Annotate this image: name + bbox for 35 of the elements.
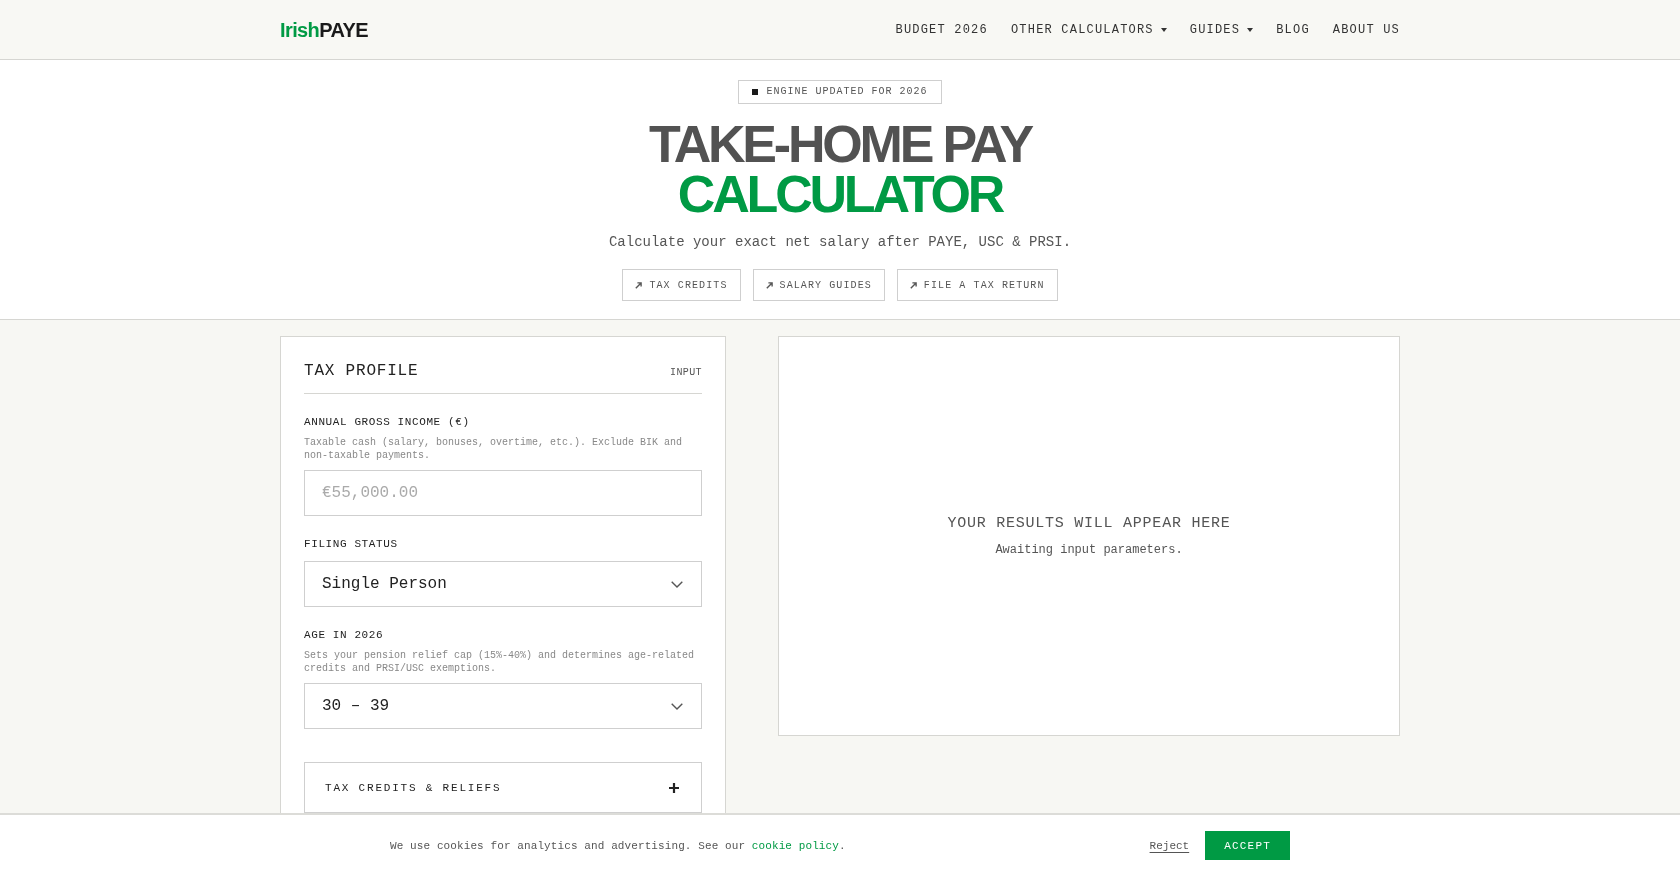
results-subtitle: Awaiting input parameters. [995,541,1183,558]
accordion-toggle[interactable]: TAX CREDITS & RELIEFS [304,762,702,813]
reject-link[interactable]: Reject [1149,837,1190,854]
cookie-policy-link[interactable]: cookie policy [751,839,839,852]
field-help-text: Sets your pension relief cap (15%-40%) and determines age-related credits and PRSI/USC exemptions. [304,649,696,675]
results-title: YOUR RESULTS WILL APPEAR HERE [947,514,1231,533]
page-subtitle: Calculate your exact net salary after PAYE, USC & PRSI. [608,233,1072,252]
page-title: TAKE-HOME PAY CALCULATOR [648,119,1032,219]
quick-link[interactable]: TAX CREDITS [622,269,741,301]
panel-title: TAX PROFILE [304,361,419,381]
quick-link[interactable]: FILE A TAX RETURN [896,269,1058,301]
nav-link[interactable]: ABOUT US [1332,21,1400,38]
field-help-text: Taxable cash (salary, bonuses, overtime, etc.). Exclude BIK and non-taxable payments. [304,436,684,462]
field-label: AGE IN 2026 [304,628,385,642]
select-field[interactable]: 30 – 39 [304,683,702,729]
field-label: ANNUAL GROSS INCOME (€) [304,415,471,429]
arrow-up-right-icon [765,281,773,289]
quick-link[interactable]: SALARY GUIDES [752,269,885,301]
nav-link[interactable]: OTHER CALCULATORS [1010,21,1167,38]
badge-label: ENGINE UPDATED FOR 2026 [766,85,928,99]
arrow-up-right-icon [635,281,643,289]
select-field[interactable]: Single Person [304,561,702,607]
square-icon [752,89,759,95]
logo[interactable]: IrishPAYE [280,17,368,42]
chevron-down-icon [671,580,683,588]
field-label: FILING STATUS [304,537,399,551]
income-field[interactable]: €55,000.00 [304,470,702,516]
accept-button[interactable]: ACCEPT [1205,831,1290,860]
nav-link[interactable]: BUDGET 2026 [895,21,988,38]
panel-tag: INPUT [670,367,702,378]
cookie-notice: We use cookies for analytics and advertising. See our cookie policy. [390,838,846,854]
nav-link[interactable]: GUIDES [1189,21,1254,38]
arrow-up-right-icon [909,281,917,289]
chevron-down-icon [671,702,683,710]
nav-link[interactable]: BLOG [1276,21,1310,38]
